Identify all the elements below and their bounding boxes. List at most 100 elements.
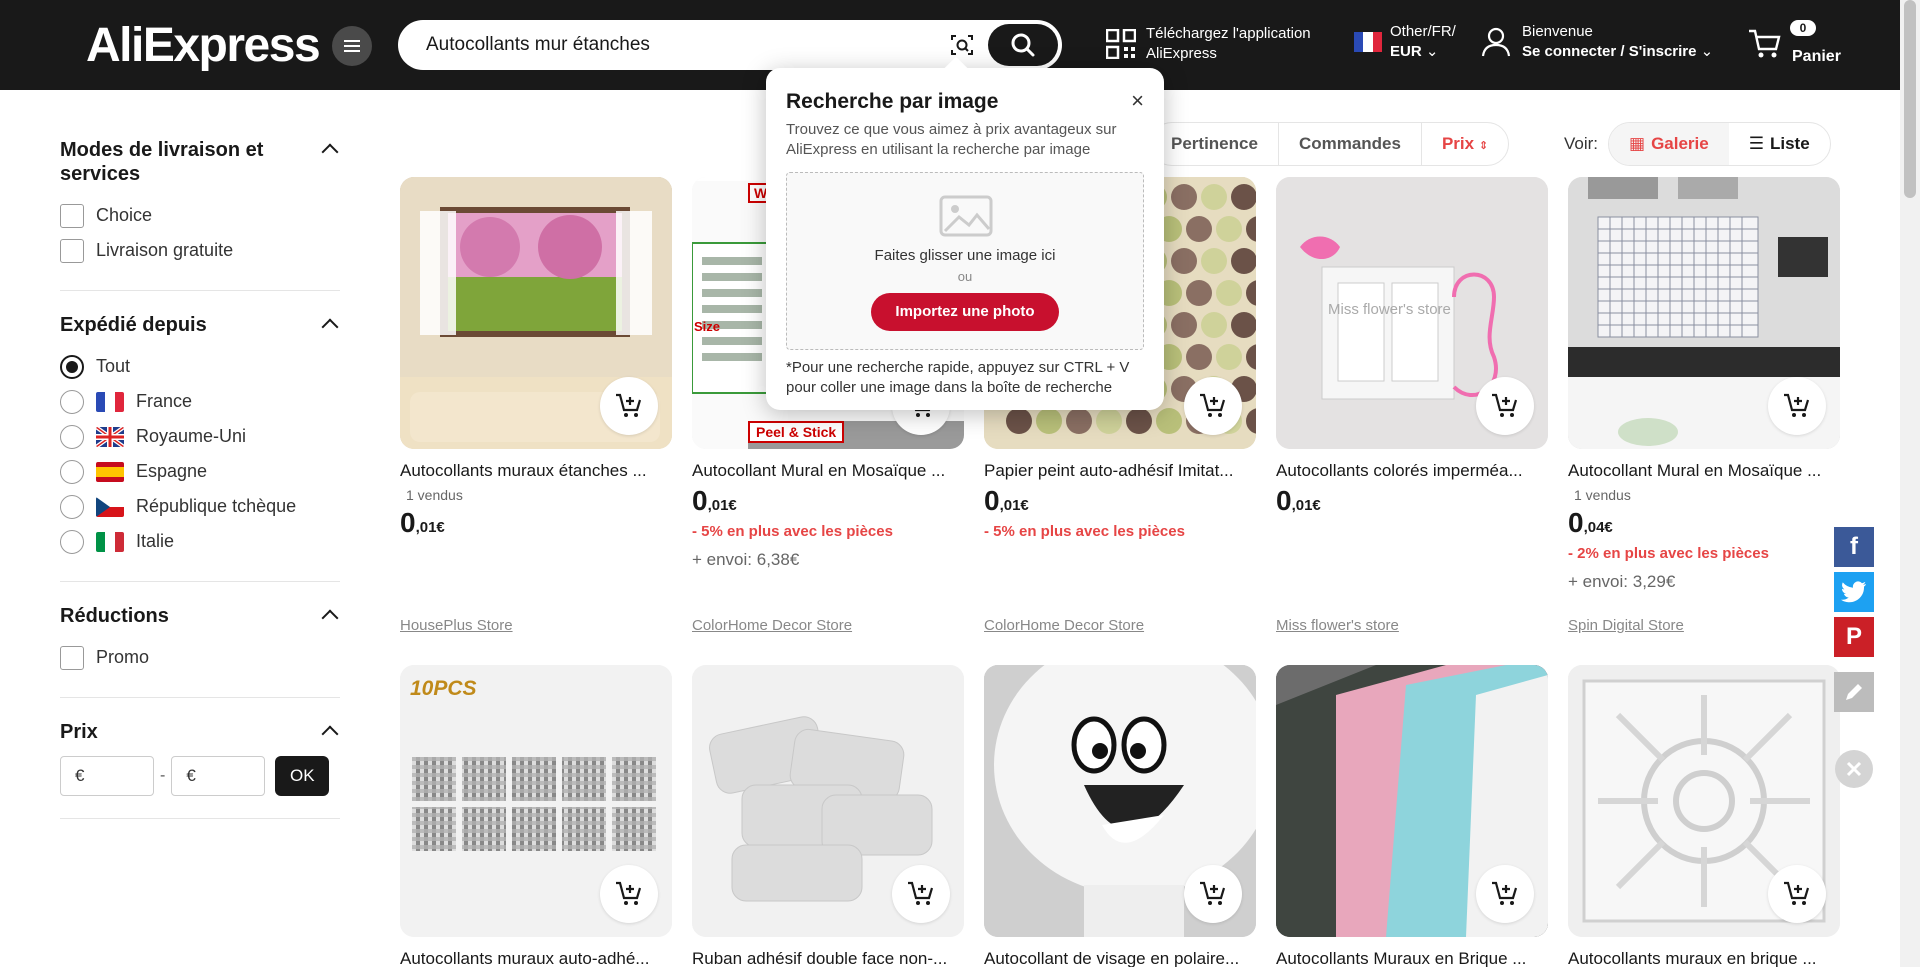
radio-button[interactable] [60,494,84,519]
product-image[interactable] [400,177,672,449]
add-to-cart-button[interactable] [600,377,658,435]
store-link[interactable]: Spin Digital Store [1568,617,1684,634]
aliexpress-logo[interactable]: AliExpress [86,18,321,73]
product-title[interactable]: Autocollants muraux étanches ... [400,461,672,481]
filter-label: Royaume-Uni [136,426,247,446]
facebook-share-button[interactable]: f [1834,527,1874,567]
checkbox[interactable] [60,203,84,228]
chevron-up-icon [321,609,339,627]
shipfrom-option-czech[interactable]: République tchèque [60,489,340,524]
checkbox[interactable] [60,645,84,670]
store-link[interactable]: ColorHome Decor Store [984,617,1144,634]
product-image[interactable] [1568,665,1840,937]
sort-relevance[interactable]: Pertinence [1151,123,1279,165]
menu-button[interactable] [332,26,372,66]
account-menu[interactable]: Bienvenue Se connecter / S'inscrire ⌄ [1480,22,1713,62]
product-image[interactable] [984,665,1256,937]
price-decimal: ,01€ [999,497,1029,514]
shipfrom-filter-title[interactable]: Expédié depuis [60,313,340,337]
product-title[interactable]: Autocollant de visage en polaire... [984,949,1256,967]
product-card[interactable]: Autocollant Mural en Mosaïque ... 1 vend… [1568,177,1840,634]
add-to-cart-button[interactable] [1476,865,1534,923]
sort-orders[interactable]: Commandes [1279,123,1422,165]
product-image[interactable] [1276,665,1548,937]
radio-button[interactable] [60,529,84,554]
shipfrom-option-all[interactable]: Tout [60,349,340,384]
add-to-cart-button[interactable] [1476,377,1534,435]
edit-share-button[interactable] [1834,672,1874,712]
price-filter-title[interactable]: Prix [60,720,340,744]
add-to-cart-button[interactable] [1768,865,1826,923]
price-max-input[interactable]: € [171,756,266,796]
product-title[interactable]: Autocollants Muraux en Brique ... [1276,949,1548,967]
filter-option-promo[interactable]: Promo [60,640,340,675]
product-card[interactable]: Autocollants muraux en brique ... [1568,665,1840,967]
sort-price[interactable]: Prix ⇕ [1422,123,1508,165]
price-ok-button[interactable]: OK [275,756,330,796]
price-min-input[interactable]: € [60,756,154,796]
checkbox[interactable] [60,238,84,263]
add-to-cart-button[interactable] [1768,377,1826,435]
shipfrom-option-italy[interactable]: Italie [60,524,340,559]
shipfrom-option-uk[interactable]: Royaume-Uni [60,419,340,454]
add-to-cart-button[interactable] [892,865,950,923]
search-input[interactable] [426,20,926,70]
shipping-cost: + envoi: 3,29€ [1568,572,1676,591]
add-cart-icon [1784,393,1810,417]
list-view-button[interactable]: ☰ Liste [1729,123,1830,165]
product-title[interactable]: Autocollants muraux en brique ... [1568,949,1840,967]
scrollbar-thumb[interactable] [1904,0,1916,198]
gallery-view-button[interactable]: ▦ Galerie [1609,123,1729,165]
discount-filter-title[interactable]: Réductions [60,604,340,628]
filter-option-free-shipping[interactable]: Livraison gratuite [60,233,340,268]
product-image[interactable] [1568,177,1840,449]
size-label: Size [694,319,721,334]
facebook-icon: f [1850,533,1858,560]
shipfrom-option-france[interactable]: France [60,384,340,419]
search-button[interactable] [988,24,1058,66]
product-card[interactable]: Miss flower's store Autocollants colorés… [1276,177,1548,634]
add-to-cart-button[interactable] [1184,865,1242,923]
store-link[interactable]: HousePlus Store [400,617,513,634]
radio-button[interactable] [60,459,84,484]
product-title[interactable]: Autocollant Mural en Mosaïque ... [1568,461,1840,481]
image-dropzone[interactable]: Faites glisser une image ici ou Importez… [786,172,1144,350]
price-decimal: ,01€ [415,519,445,536]
grid-icon: ▦ [1629,134,1646,153]
welcome-text: Bienvenue [1522,23,1593,40]
add-to-cart-button[interactable] [1184,377,1242,435]
product-card[interactable]: Ruban adhésif double face non-... [692,665,964,967]
radio-button[interactable] [60,389,84,414]
region-selector[interactable]: Other/FR/EUR ⌄ [1354,22,1456,62]
product-image[interactable]: 10PCS [400,665,672,937]
product-title[interactable]: Autocollant Mural en Mosaïque ... [692,461,964,481]
filter-option-choice[interactable]: Choice [60,198,340,233]
store-link[interactable]: ColorHome Decor Store [692,617,852,634]
product-card[interactable]: Autocollants muraux étanches ... 1 vendu… [400,177,672,634]
product-title[interactable]: Autocollants colorés imperméa... [1276,461,1548,481]
page-scrollbar[interactable] [1900,0,1920,967]
cart-button[interactable]: 0 Panier [1748,20,1841,66]
signin-link[interactable]: Se connecter / S'inscrire [1522,43,1696,60]
download-app-link[interactable]: Téléchargez l'application AliExpress [1106,24,1311,64]
camera-search-icon[interactable] [950,34,974,56]
product-card[interactable]: 10PCS Autocollants muraux auto-adhé... [400,665,672,967]
product-title[interactable]: Autocollants muraux auto-adhé... [400,949,672,967]
product-title[interactable]: Papier peint auto-adhésif Imitat... [984,461,1256,481]
product-title[interactable]: Ruban adhésif double face non-... [692,949,964,967]
shipfrom-option-spain[interactable]: Espagne [60,454,340,489]
radio-button[interactable] [60,424,84,449]
store-link[interactable]: Miss flower's store [1276,617,1399,634]
close-icon[interactable]: × [1131,88,1144,114]
radio-button[interactable] [60,354,84,379]
upload-photo-button[interactable]: Importez une photo [871,293,1059,331]
add-to-cart-button[interactable] [600,865,658,923]
product-image[interactable]: Miss flower's store [1276,177,1548,449]
product-card[interactable]: Autocollant de visage en polaire... [984,665,1256,967]
pinterest-share-button[interactable]: P [1834,617,1874,657]
product-card[interactable]: Autocollants Muraux en Brique ... [1276,665,1548,967]
close-share-button[interactable] [1835,750,1873,788]
delivery-filter-title[interactable]: Modes de livraison et services [60,138,340,186]
product-image[interactable] [692,665,964,937]
twitter-share-button[interactable] [1834,572,1874,612]
